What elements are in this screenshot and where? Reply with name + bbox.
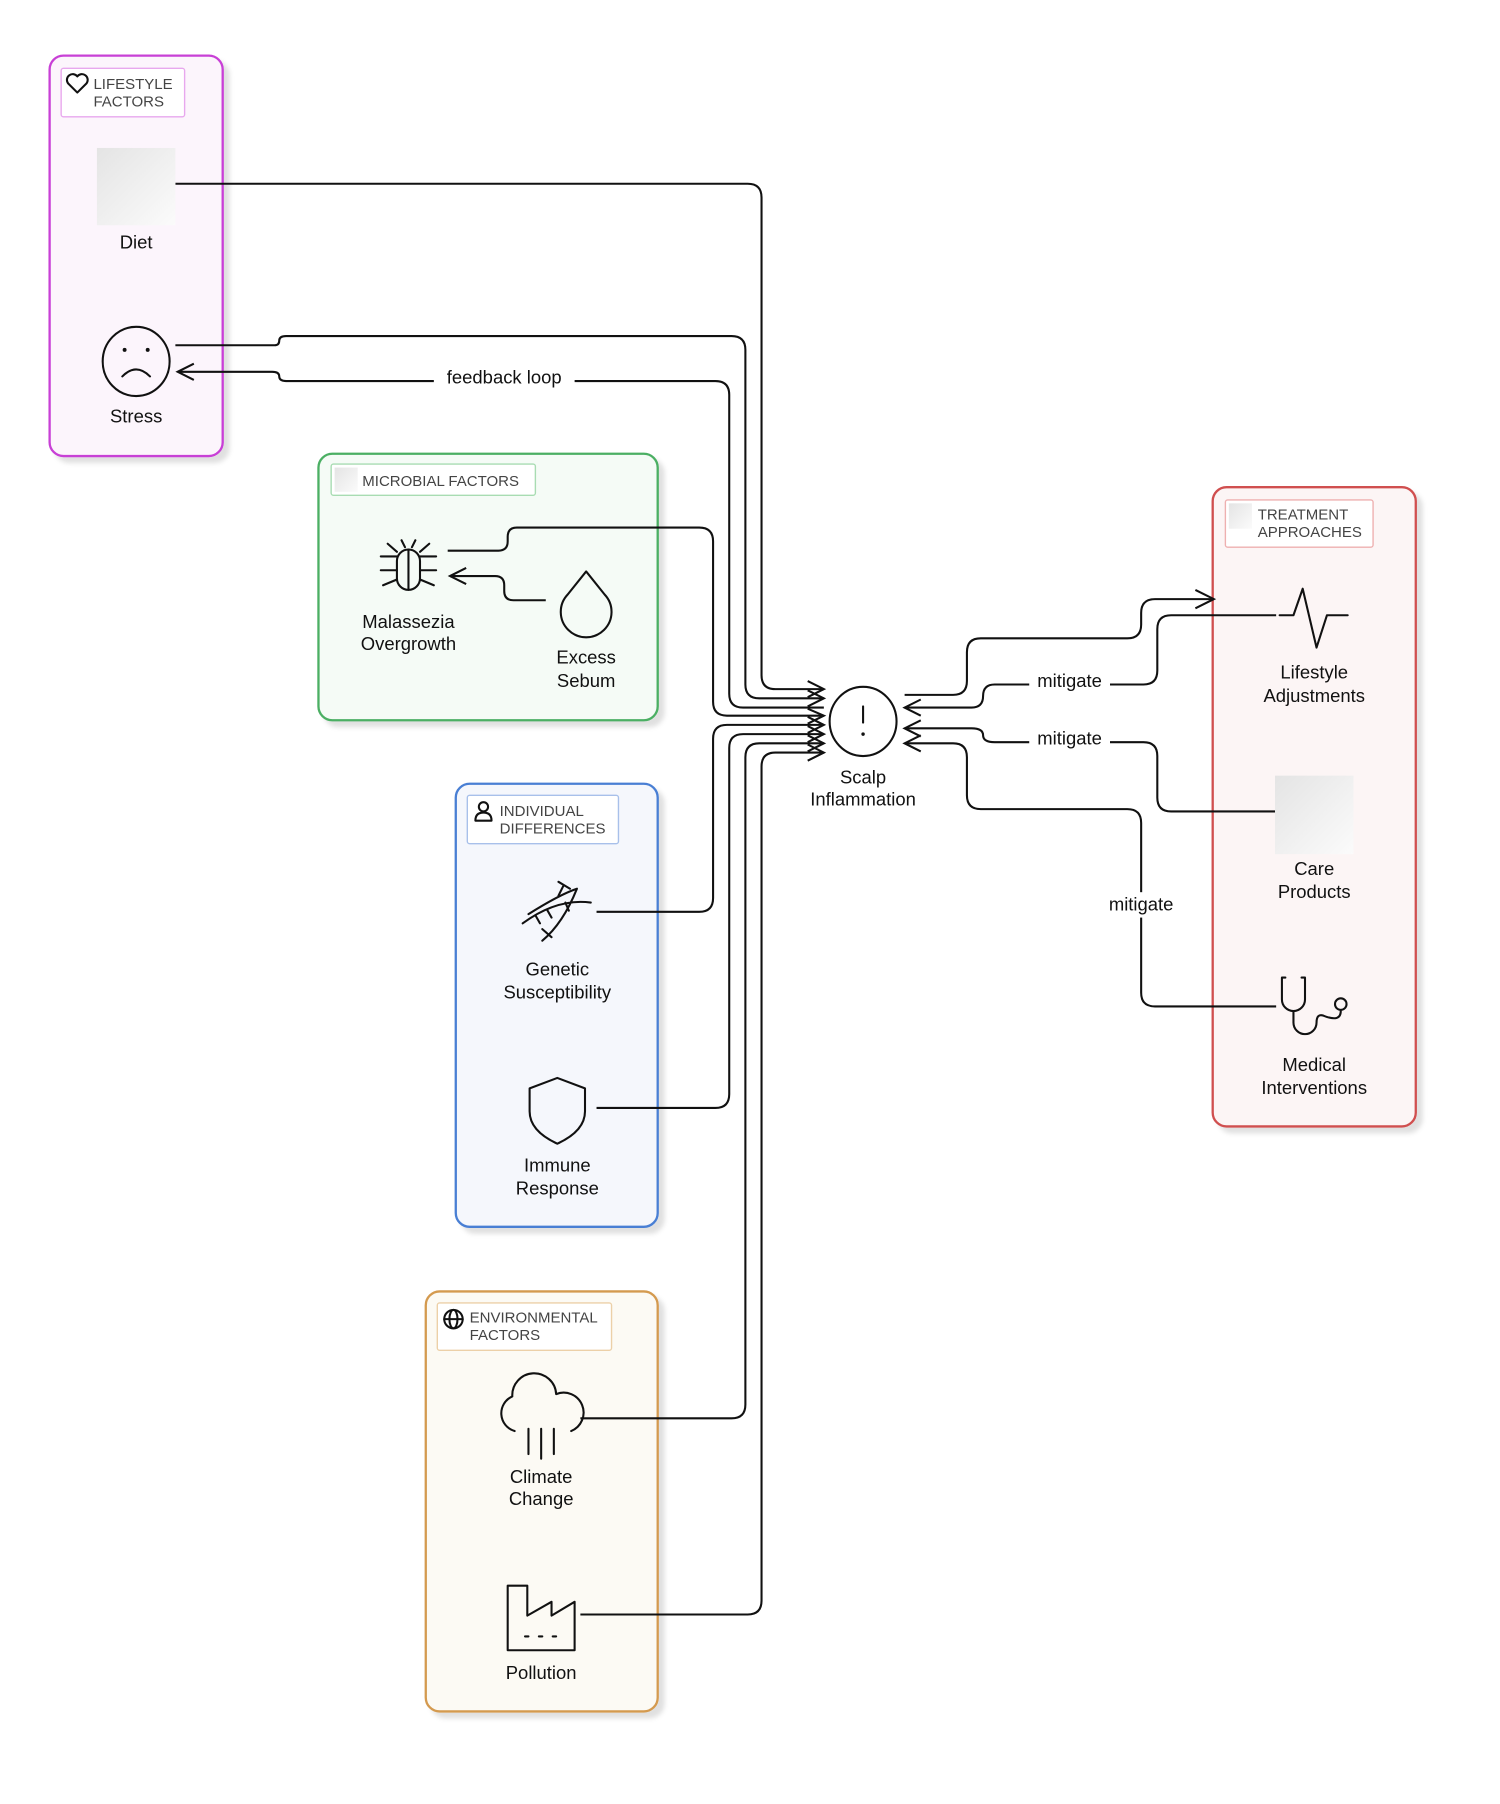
edge-label-feedback-loop: feedback loop: [447, 366, 562, 387]
group-title: DIFFERENCES: [500, 820, 606, 837]
image-placeholder-icon: [1228, 503, 1252, 529]
node-scalp-inflammation[interactable]: Scalp Inflammation: [810, 685, 916, 810]
node-care-products[interactable]: Care Products: [1275, 775, 1354, 902]
node-label: Diet: [120, 231, 153, 252]
node-label: Sebum: [557, 670, 615, 691]
node-label: Care: [1294, 858, 1334, 879]
node-label: Climate: [510, 1466, 573, 1487]
node-label: Inflammation: [810, 789, 916, 810]
group-title: MICROBIAL FACTORS: [362, 473, 519, 490]
edge-label-mitigate: mitigate: [1037, 670, 1102, 691]
image-placeholder-icon: [1275, 775, 1354, 855]
diagram-canvas: LIFESTYLE FACTORS MICROBIAL FACTORS INDI…: [48, 54, 1417, 1713]
node-label: Products: [1278, 881, 1351, 902]
group-title: TREATMENT: [1258, 507, 1349, 524]
node-label: Change: [509, 1488, 574, 1509]
alert-circle-icon: [828, 685, 898, 758]
edge-label-mitigate: mitigate: [1109, 894, 1174, 915]
node-label: Malassezia: [362, 611, 455, 632]
node-label: Lifestyle: [1280, 662, 1348, 683]
group-title: FACTORS: [93, 93, 164, 110]
node-label: Response: [516, 1177, 599, 1198]
node-label: Genetic: [526, 958, 590, 979]
node-label: Overgrowth: [361, 633, 456, 654]
group-title: INDIVIDUAL: [500, 803, 584, 820]
group-title: ENVIRONMENTAL: [470, 1310, 598, 1327]
node-label: Stress: [110, 406, 162, 427]
group-title: FACTORS: [470, 1327, 541, 1344]
node-label: Excess: [556, 647, 615, 668]
group-title: LIFESTYLE: [93, 76, 172, 93]
edges: feedback loop mitigate mitigate mitigate: [175, 182, 1277, 1616]
node-label: Susceptibility: [503, 981, 611, 1002]
node-label: Interventions: [1261, 1077, 1367, 1098]
image-placeholder-icon: [334, 467, 358, 492]
node-label: Adjustments: [1263, 685, 1365, 706]
edge-label-mitigate: mitigate: [1037, 728, 1102, 749]
node-label: Pollution: [506, 1662, 577, 1683]
node-label: Medical: [1282, 1054, 1346, 1075]
image-placeholder-icon: [96, 147, 176, 226]
arrowheads-into-scalp: [807, 680, 827, 762]
node-label: Scalp: [840, 767, 886, 788]
node-label: Immune: [524, 1154, 591, 1175]
group-title: APPROACHES: [1258, 524, 1362, 541]
